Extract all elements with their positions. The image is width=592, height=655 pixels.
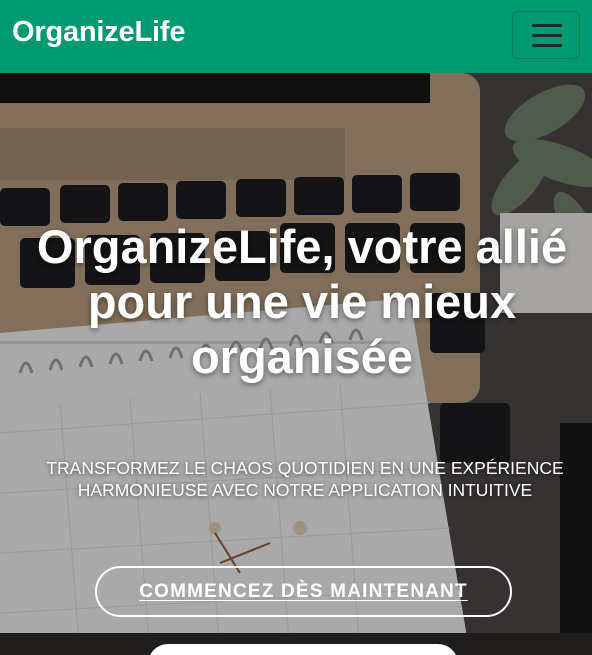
navbar-toggle-button[interactable] [512, 11, 580, 59]
hero-subtitle: TRANSFORMEZ LE CHAOS QUOTIDIEN EN UNE EX… [46, 458, 564, 500]
brand-logo-link[interactable]: OrganizeLife [12, 16, 185, 49]
top-navbar: OrganizeLife [0, 0, 592, 73]
secondary-button[interactable] [148, 644, 458, 655]
hero-title: OrganizeLife, votre allié pour une vie m… [36, 220, 568, 383]
get-started-button[interactable]: COMMENCEZ DÈS MAINTENANT [95, 566, 512, 617]
hero-section: OrganizeLife, votre allié pour une vie m… [0, 73, 592, 655]
hamburger-menu-icon [532, 24, 562, 27]
